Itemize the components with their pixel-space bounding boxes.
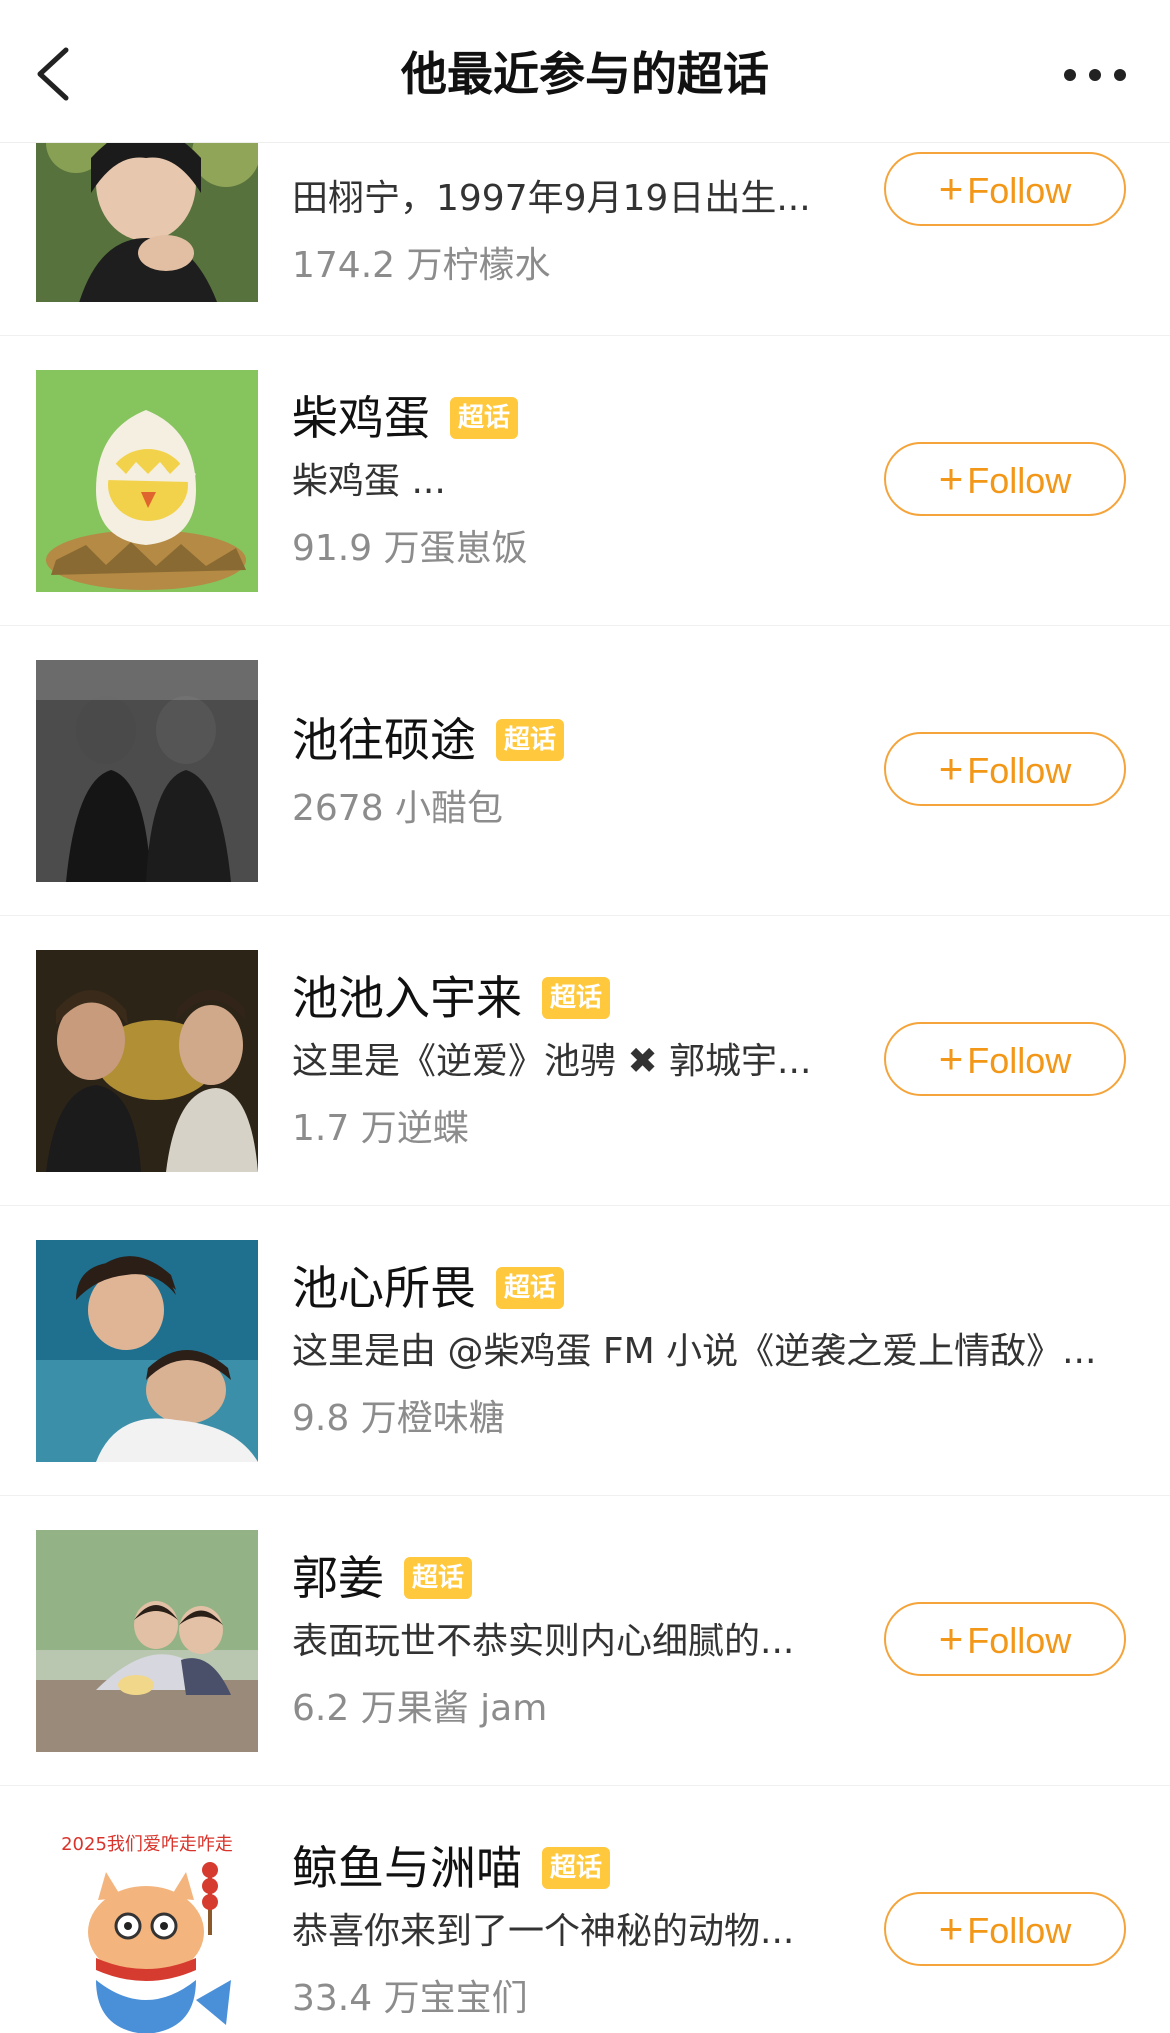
topic-description: 柴鸡蛋 ... xyxy=(292,461,446,502)
follow-button[interactable]: + Follow xyxy=(884,1892,1126,1966)
avatar-banner-text: 2025我们爱咋走咋走 xyxy=(61,1834,233,1855)
page-title: 他最近参与的超话 xyxy=(401,47,769,101)
topic-fans: 174.2 万柠檬水 xyxy=(292,245,551,286)
topic-description: 表面玩世不恭实则内心细腻的... xyxy=(292,1621,795,1662)
follow-button[interactable]: + Follow xyxy=(884,152,1126,226)
navigation-bar: 他最近参与的超话 xyxy=(0,0,1170,143)
follow-button[interactable]: + Follow xyxy=(884,1022,1126,1096)
more-dots-icon[interactable] xyxy=(1060,60,1130,90)
list-item[interactable]: 郭姜 超话 表面玩世不恭实则内心细腻的... 6.2 万果酱 jam + Follo… xyxy=(0,1496,1170,1786)
topic-avatar: 2025我们爱咋走咋走 xyxy=(36,1820,258,2033)
plus-icon: + xyxy=(938,1615,964,1662)
plus-icon: + xyxy=(938,165,964,212)
topic-description: 这里是由 @柴鸡蛋 FM 小说《逆袭之爱上情敌》... xyxy=(292,1331,1097,1372)
topic-avatar xyxy=(36,1530,258,1752)
plus-icon: + xyxy=(938,745,964,792)
plus-icon: + xyxy=(938,455,964,502)
topic-avatar xyxy=(36,370,258,592)
supertopic-list: 田栩宁，1997年9月19日出生... 174.2 万柠檬水 +Follow xyxy=(0,0,1170,2033)
list-item[interactable]: 池池入宇来 超话 这里是《逆爱》池骋 ✖ 郭城宇... 1.7 万逆蝶 + Foll… xyxy=(0,916,1170,1206)
topic-avatar xyxy=(36,1240,258,1462)
topic-avatar xyxy=(36,950,258,1172)
topic-description: 田栩宁，1997年9月19日出生... xyxy=(292,178,811,219)
topic-fans: 33.4 万宝宝们 xyxy=(292,1978,528,2019)
supertopic-badge: 超话 xyxy=(542,977,611,1019)
supertopic-badge: 超话 xyxy=(404,1557,473,1599)
topic-fans: 91.9 万蛋崽饭 xyxy=(292,528,528,569)
list-item[interactable]: 池往硕途 超话 2678 小醋包 + Follow xyxy=(0,626,1170,916)
topic-avatar xyxy=(36,660,258,882)
plus-icon: + xyxy=(938,1035,964,1082)
list-item[interactable]: 柴鸡蛋 超话 柴鸡蛋 ... 91.9 万蛋崽饭 + Follow xyxy=(0,336,1170,626)
follow-button[interactable]: + Follow xyxy=(884,1602,1126,1676)
topic-name: 池往硕途 xyxy=(292,713,476,767)
supertopic-badge: 超话 xyxy=(496,1267,565,1309)
topic-fans: 9.8 万橙味糖 xyxy=(292,1398,505,1439)
topic-description: 这里是《逆爱》池骋 ✖ 郭城宇... xyxy=(292,1041,812,1082)
topic-name: 鲸鱼与洲喵 xyxy=(292,1841,522,1895)
topic-fans: 1.7 万逆蝶 xyxy=(292,1108,469,1149)
supertopic-badge: 超话 xyxy=(450,397,519,439)
topic-name: 池池入宇来 xyxy=(292,971,522,1025)
topic-fans: 6.2 万果酱 jam xyxy=(292,1688,548,1729)
supertopic-badge: 超话 xyxy=(542,1847,611,1889)
topic-name: 柴鸡蛋 xyxy=(292,391,430,445)
list-item[interactable]: 2025我们爱咋走咋走 鲸鱼与洲喵 超话 恭喜你来到了一个神秘的动物... 33… xyxy=(0,1786,1170,2033)
list-item[interactable]: 池心所畏 超话 这里是由 @柴鸡蛋 FM 小说《逆袭之爱上情敌》... 9.8 万… xyxy=(0,1206,1170,1496)
topic-fans: 2678 小醋包 xyxy=(292,788,504,829)
topic-name: 池心所畏 xyxy=(292,1261,476,1315)
follow-button[interactable]: + Follow xyxy=(884,732,1126,806)
topic-description: 恭喜你来到了一个神秘的动物... xyxy=(292,1911,795,1952)
supertopic-badge: 超话 xyxy=(496,719,565,761)
topic-name: 郭姜 xyxy=(292,1551,384,1605)
plus-icon: + xyxy=(938,1905,964,1952)
follow-button[interactable]: + Follow xyxy=(884,442,1126,516)
